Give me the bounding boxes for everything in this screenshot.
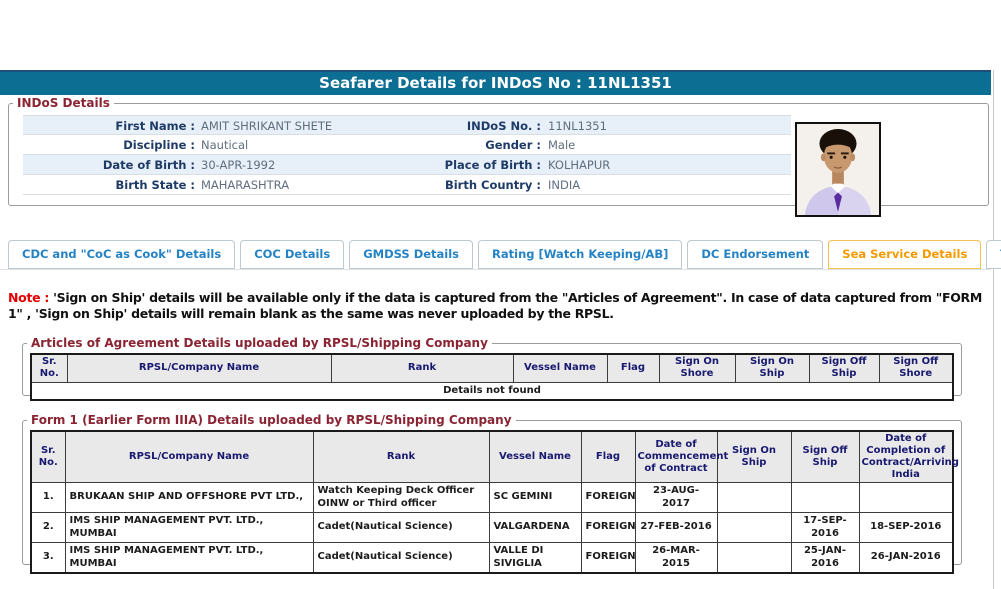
- indos-row-birth-date: Date of Birth : 30-APR-1992 Place of Bir…: [23, 155, 791, 175]
- sr-no-cell: 2.: [30, 512, 66, 543]
- form1-col-flag: Flag: [580, 430, 636, 483]
- articles-col-sign-on-shore: Sign On Shore: [658, 353, 736, 383]
- articles-col-company: RPSL/Company Name: [66, 353, 332, 383]
- articles-legend: Articles of Agreement Details uploaded b…: [31, 336, 488, 350]
- form1-col-commencement: Date of Commencement of Contract: [634, 430, 728, 483]
- sign-on-ship-cell: [716, 542, 792, 574]
- gender-label: Gender :: [485, 138, 541, 152]
- first-name-label: First Name :: [115, 119, 195, 133]
- tab-coc-details[interactable]: COC Details: [240, 240, 345, 269]
- form1-col-completion: Date of Completion of Contract/Arriving …: [858, 430, 959, 483]
- tab-dc-endorsement[interactable]: DC Endorsement: [687, 240, 824, 269]
- commencement-cell: 27-FEB-2016: [634, 512, 718, 543]
- rank-cell: Cadet(Nautical Science): [312, 512, 490, 543]
- indos-no-label: INDoS No. :: [466, 119, 541, 133]
- flag-cell: FOREIGN: [580, 542, 636, 574]
- seafarer-details-page: Seafarer Details for INDoS No : 11NL1351…: [0, 0, 1001, 589]
- form1-table: Sr. No. RPSL/Company Name Rank Vessel Na…: [30, 430, 959, 574]
- articles-col-sign-on-ship: Sign On Ship: [734, 353, 810, 383]
- commencement-cell: 23-AUG-2017: [634, 482, 718, 513]
- sign-on-ship-cell: [716, 482, 792, 513]
- seafarer-photo-illustration: [797, 124, 879, 215]
- indos-details-fieldset: INDoS Details First Name : AMIT SHRIKANT…: [8, 96, 989, 217]
- articles-header-row: Sr. No. RPSL/Company Name Rank Vessel Na…: [30, 353, 954, 383]
- note-text: 'Sign on Ship' details will be available…: [8, 290, 982, 321]
- tab-cdc-coc-as-cook[interactable]: CDC and "CoC as Cook" Details: [8, 240, 236, 269]
- vessel-cell: SC GEMINI: [488, 482, 582, 513]
- company-cell: BRUKAAN SHIP AND OFFSHORE PVT LTD.,: [64, 482, 314, 513]
- vessel-cell: VALGARDENA: [488, 512, 582, 543]
- articles-table: Sr. No. RPSL/Company Name Rank Vessel Na…: [30, 353, 954, 401]
- articles-col-flag: Flag: [606, 353, 660, 383]
- form1-col-rank: Rank: [312, 430, 490, 483]
- birth-country-value: INDIA: [548, 178, 581, 192]
- sign-on-ship-note: Note : 'Sign on Ship' details will be av…: [8, 290, 994, 321]
- gender-value: Male: [548, 138, 576, 152]
- articles-col-vessel: Vessel Name: [512, 353, 608, 383]
- form1-row-3: 3. IMS SHIP MANAGEMENT PVT. LTD., MUMBAI…: [30, 542, 954, 574]
- completion-cell: 26-JAN-2016: [858, 542, 954, 574]
- note-prefix: Note :: [8, 290, 54, 305]
- seafarer-photo: [795, 122, 881, 217]
- flag-cell: FOREIGN: [580, 512, 636, 543]
- sr-no-cell: 1.: [30, 482, 66, 513]
- rank-cell: Watch Keeping Deck Officer OINW or Third…: [312, 482, 490, 513]
- date-of-birth-value: 30-APR-1992: [201, 158, 276, 172]
- form1-col-sign-off-ship: Sign Off Ship: [790, 430, 860, 483]
- indos-row-discipline: Discipline : Nautical Gender : Male: [23, 135, 791, 155]
- page-title: Seafarer Details for INDoS No : 11NL1351: [0, 70, 991, 95]
- articles-col-sr-no: Sr. No.: [30, 353, 68, 383]
- sr-no-cell: 3.: [30, 542, 66, 574]
- company-cell: IMS SHIP MANAGEMENT PVT. LTD., MUMBAI: [64, 512, 314, 543]
- indos-row-birth-state: Birth State : MAHARASHTRA Birth Country …: [23, 175, 791, 195]
- completion-cell: 18-SEP-2016: [858, 512, 954, 543]
- form1-col-company: RPSL/Company Name: [64, 430, 314, 483]
- form1-row-2: 2. IMS SHIP MANAGEMENT PVT. LTD., MUMBAI…: [30, 512, 954, 543]
- birth-state-value: MAHARASHTRA: [201, 178, 290, 192]
- discipline-label: Discipline :: [123, 138, 195, 152]
- rank-cell: Cadet(Nautical Science): [312, 542, 490, 574]
- discipline-value: Nautical: [201, 138, 249, 152]
- page-right-border: [993, 70, 994, 589]
- tab-training-details[interactable]: Training Details: [986, 240, 1001, 269]
- tab-rating-watchkeeping[interactable]: Rating [Watch Keeping/AB]: [478, 240, 683, 269]
- indos-row-first-name: First Name : AMIT SHRIKANT SHETE INDoS N…: [23, 115, 791, 135]
- form1-row-1: 1. BRUKAAN SHIP AND OFFSHORE PVT LTD., W…: [30, 482, 954, 513]
- date-of-birth-label: Date of Birth :: [102, 158, 195, 172]
- articles-of-agreement-fieldset: Articles of Agreement Details uploaded b…: [22, 336, 962, 401]
- vessel-cell: VALLE DI SIVIGLIA: [488, 542, 582, 574]
- form1-col-sr-no: Sr. No.: [30, 430, 66, 483]
- sign-off-ship-cell: 17-SEP-2016: [790, 512, 860, 543]
- indos-details-legend: INDoS Details: [17, 96, 110, 110]
- detail-tabs: CDC and "CoC as Cook" Details COC Detail…: [8, 240, 1001, 269]
- first-name-value: AMIT SHRIKANT SHETE: [201, 119, 333, 133]
- articles-col-sign-off-shore: Sign Off Shore: [878, 353, 954, 383]
- indos-details-rows: First Name : AMIT SHRIKANT SHETE INDoS N…: [23, 115, 791, 195]
- articles-col-sign-off-ship: Sign Off Ship: [808, 353, 880, 383]
- commencement-cell: 26-MAR-2015: [634, 542, 718, 574]
- sign-off-ship-cell: [790, 482, 860, 513]
- tabs-underline: [0, 269, 991, 270]
- form1-legend: Form 1 (Earlier Form IIIA) Details uploa…: [31, 413, 512, 427]
- sign-off-ship-cell: 25-JAN-2016: [790, 542, 860, 574]
- form1-fieldset: Form 1 (Earlier Form IIIA) Details uploa…: [22, 413, 962, 574]
- articles-col-rank: Rank: [330, 353, 514, 383]
- indos-no-value: 11NL1351: [548, 119, 607, 133]
- details-not-found-message: Details not found: [30, 381, 954, 401]
- sign-on-ship-cell: [716, 512, 792, 543]
- form1-header-row: Sr. No. RPSL/Company Name Rank Vessel Na…: [30, 430, 959, 483]
- form1-col-sign-on-ship: Sign On Ship: [716, 430, 792, 483]
- form1-col-vessel: Vessel Name: [488, 430, 582, 483]
- tab-gmdss-details[interactable]: GMDSS Details: [349, 240, 474, 269]
- articles-empty-row: Details not found: [30, 381, 954, 401]
- birth-country-label: Birth Country :: [444, 178, 541, 192]
- company-cell: IMS SHIP MANAGEMENT PVT. LTD., MUMBAI: [64, 542, 314, 574]
- flag-cell: FOREIGN: [580, 482, 636, 513]
- place-of-birth-label: Place of Birth :: [444, 158, 541, 172]
- completion-cell: [858, 482, 954, 513]
- tab-sea-service-details[interactable]: Sea Service Details: [828, 240, 982, 269]
- birth-state-label: Birth State :: [115, 178, 195, 192]
- place-of-birth-value: KOLHAPUR: [548, 158, 611, 172]
